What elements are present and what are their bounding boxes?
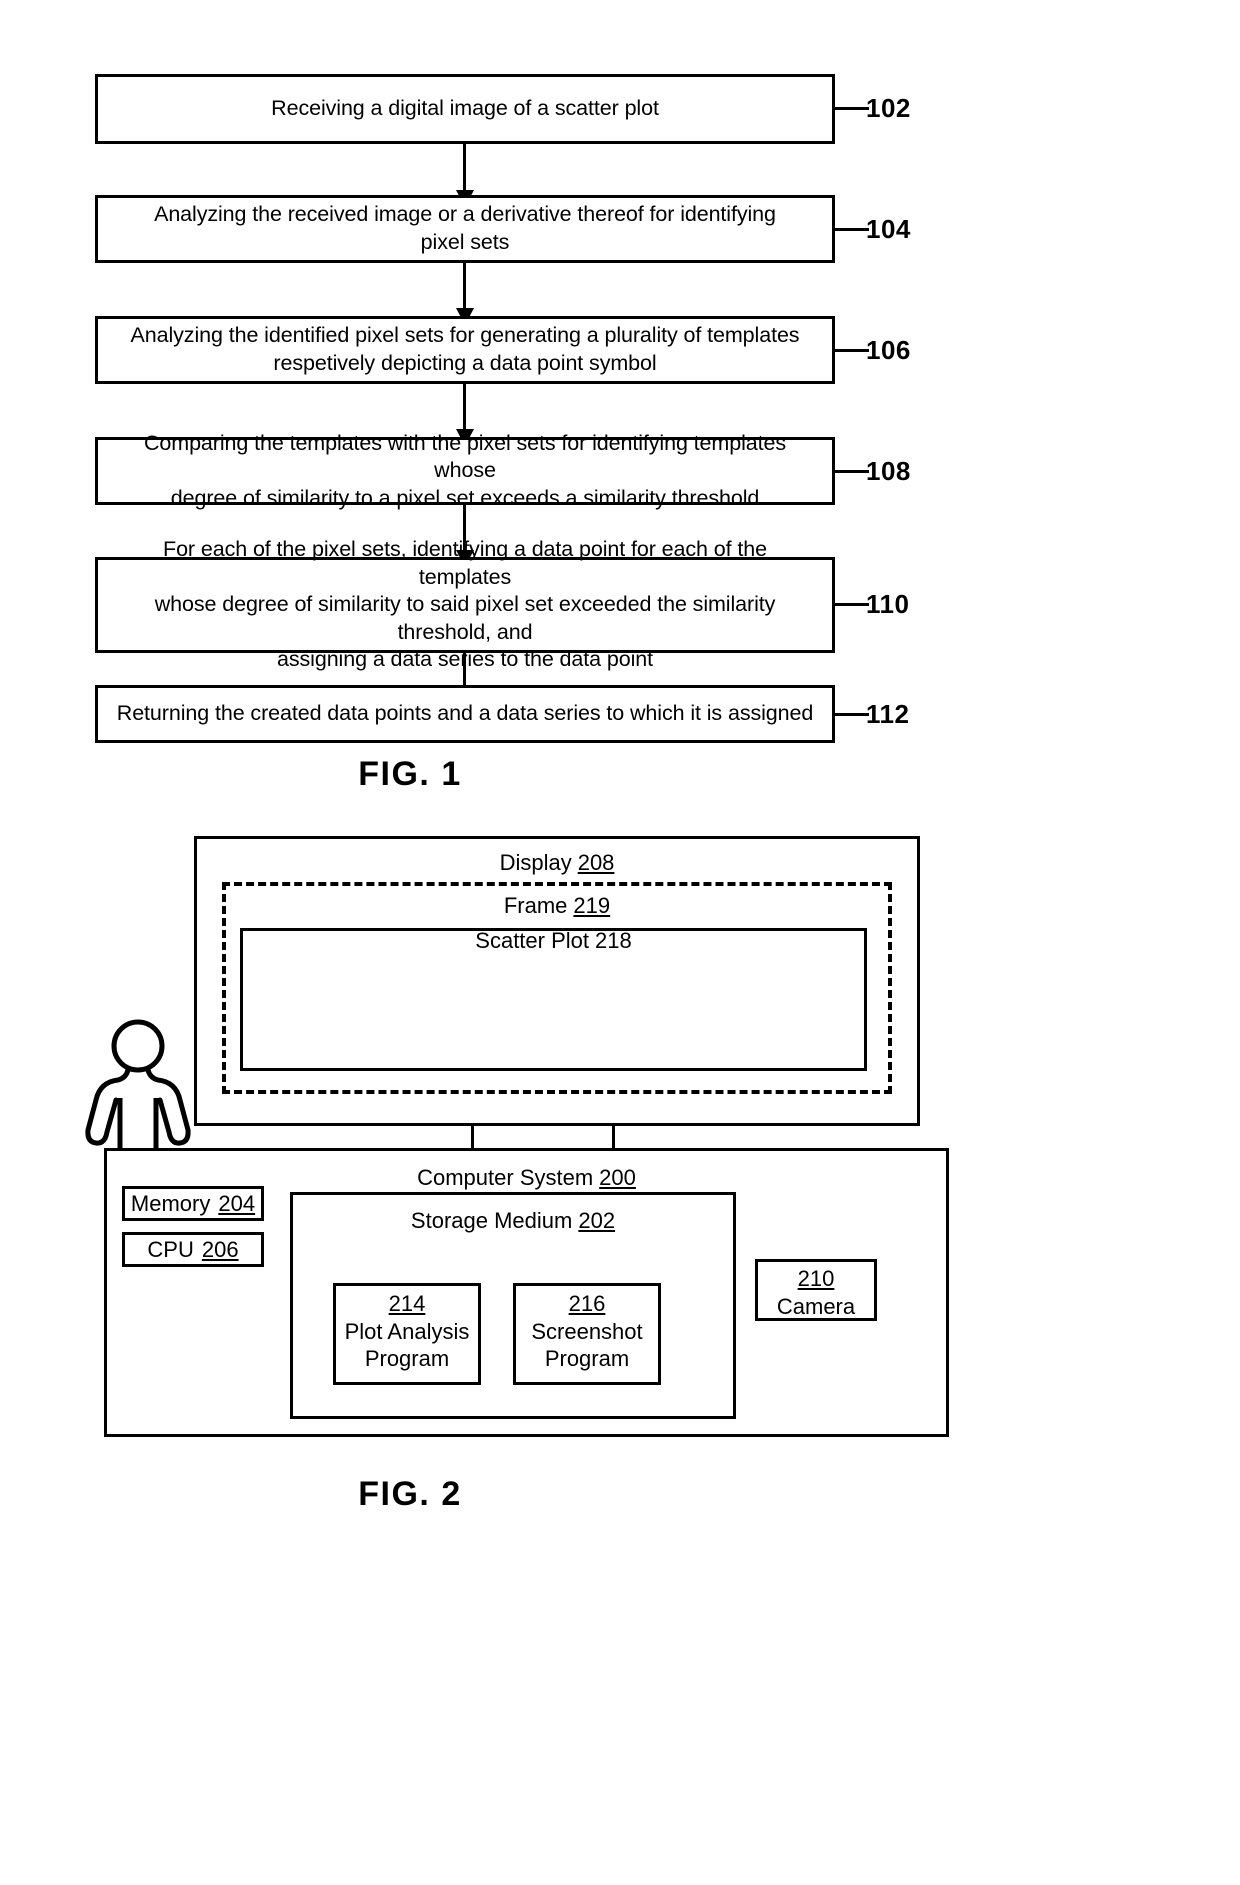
plot-analysis-program-ref-number: 214 bbox=[388, 1291, 426, 1316]
flow-step-102-text: Receiving a digital image of a scatter p… bbox=[271, 96, 659, 121]
screenshot-program-label: 216 Screenshot Program bbox=[513, 1290, 661, 1373]
storage-medium-ref-number: 202 bbox=[578, 1208, 616, 1233]
flow-step-104-line1: Analyzing the received image or a deriva… bbox=[154, 202, 776, 227]
flow-step-104: Analyzing the received image or a deriva… bbox=[95, 195, 835, 263]
flow-step-104-line2: pixel sets bbox=[420, 230, 510, 254]
flow-step-108: Comparing the templates with the pixel s… bbox=[95, 431, 835, 510]
patent-figure-sheet: Receiving a digital image of a scatter p… bbox=[0, 0, 1240, 1885]
camera-label-text: Camera bbox=[776, 1293, 856, 1319]
camera-label: 210 Camera bbox=[755, 1265, 877, 1320]
flow-arrow-104-106 bbox=[463, 263, 466, 310]
flow-step-106: Analyzing the identified pixel sets for … bbox=[95, 316, 835, 384]
screenshot-program-line2: Program bbox=[544, 1346, 630, 1371]
figure-2-caption: FIG. 2 bbox=[358, 1475, 462, 1513]
storage-medium-label: Storage Medium 202 bbox=[290, 1208, 736, 1234]
ref-lead-106 bbox=[835, 349, 869, 352]
memory-label-text: Memory bbox=[130, 1190, 211, 1216]
ref-number-102: 102 bbox=[866, 93, 911, 123]
scatter-plot-label-text: Scatter Plot bbox=[475, 928, 589, 953]
cpu-label-text: CPU bbox=[147, 1236, 194, 1262]
flow-step-102: Receiving a digital image of a scatter p… bbox=[95, 74, 835, 144]
memory-ref-number: 204 bbox=[218, 1190, 256, 1216]
ref-number-104: 104 bbox=[866, 214, 911, 244]
memory-label: Memory 204 bbox=[125, 1189, 261, 1218]
figure-1-caption: FIG. 1 bbox=[358, 755, 462, 793]
ref-lead-104 bbox=[835, 228, 869, 231]
frame-ref-number: 219 bbox=[573, 893, 611, 918]
frame-label-text: Frame bbox=[503, 893, 568, 918]
ref-number-110: 110 bbox=[866, 589, 910, 619]
ref-number-112: 112 bbox=[866, 699, 910, 729]
flow-step-106-line2: respetively depicting a data point symbo… bbox=[273, 351, 657, 375]
computer-system-label-text: Computer System bbox=[417, 1165, 594, 1190]
flow-step-112-text: Returning the created data points and a … bbox=[116, 701, 814, 726]
memory-box: Memory 204 bbox=[122, 1186, 264, 1221]
scatter-plot-ref-number: 218 bbox=[595, 928, 632, 953]
flow-step-112: Returning the created data points and a … bbox=[95, 685, 835, 743]
ref-number-106: 106 bbox=[866, 335, 911, 365]
cpu-ref-number: 206 bbox=[201, 1236, 239, 1262]
ref-number-108: 108 bbox=[866, 456, 911, 486]
display-label-text: Display bbox=[499, 850, 572, 875]
display-label: Display 208 bbox=[194, 850, 920, 876]
scatter-plot-label: Scatter Plot 218 bbox=[240, 928, 867, 954]
display-ref-number: 208 bbox=[577, 850, 615, 875]
flow-step-106-line1: Analyzing the identified pixel sets for … bbox=[130, 323, 800, 348]
ref-lead-108 bbox=[835, 470, 869, 473]
flow-step-108-line1: Comparing the templates with the pixel s… bbox=[143, 430, 786, 483]
computer-system-ref-number: 200 bbox=[599, 1165, 636, 1190]
flow-step-110-line1: For each of the pixel sets, identifying … bbox=[163, 537, 767, 589]
flow-arrow-106-108 bbox=[463, 384, 466, 431]
ref-lead-102 bbox=[835, 107, 869, 110]
screenshot-program-ref-number: 216 bbox=[568, 1291, 606, 1316]
cpu-label: CPU 206 bbox=[125, 1235, 261, 1264]
storage-medium-label-text: Storage Medium bbox=[410, 1208, 573, 1233]
flow-step-110: For each of the pixel sets, identifying … bbox=[95, 537, 835, 671]
ref-lead-110 bbox=[835, 603, 869, 606]
frame-label: Frame 219 bbox=[222, 893, 892, 919]
camera-ref-number: 210 bbox=[797, 1266, 835, 1291]
plot-analysis-program-line2: Program bbox=[364, 1346, 450, 1371]
cpu-box: CPU 206 bbox=[122, 1232, 264, 1267]
flow-step-110-line2: whose degree of similarity to said pixel… bbox=[154, 592, 776, 644]
flow-arrow-102-104 bbox=[463, 144, 466, 192]
plot-analysis-program-label: 214 Plot Analysis Program bbox=[333, 1290, 481, 1373]
screenshot-program-line1: Screenshot bbox=[531, 1318, 643, 1344]
user-person-icon bbox=[78, 1018, 198, 1158]
ref-lead-112 bbox=[835, 713, 869, 716]
plot-analysis-program-line1: Plot Analysis bbox=[344, 1318, 470, 1344]
